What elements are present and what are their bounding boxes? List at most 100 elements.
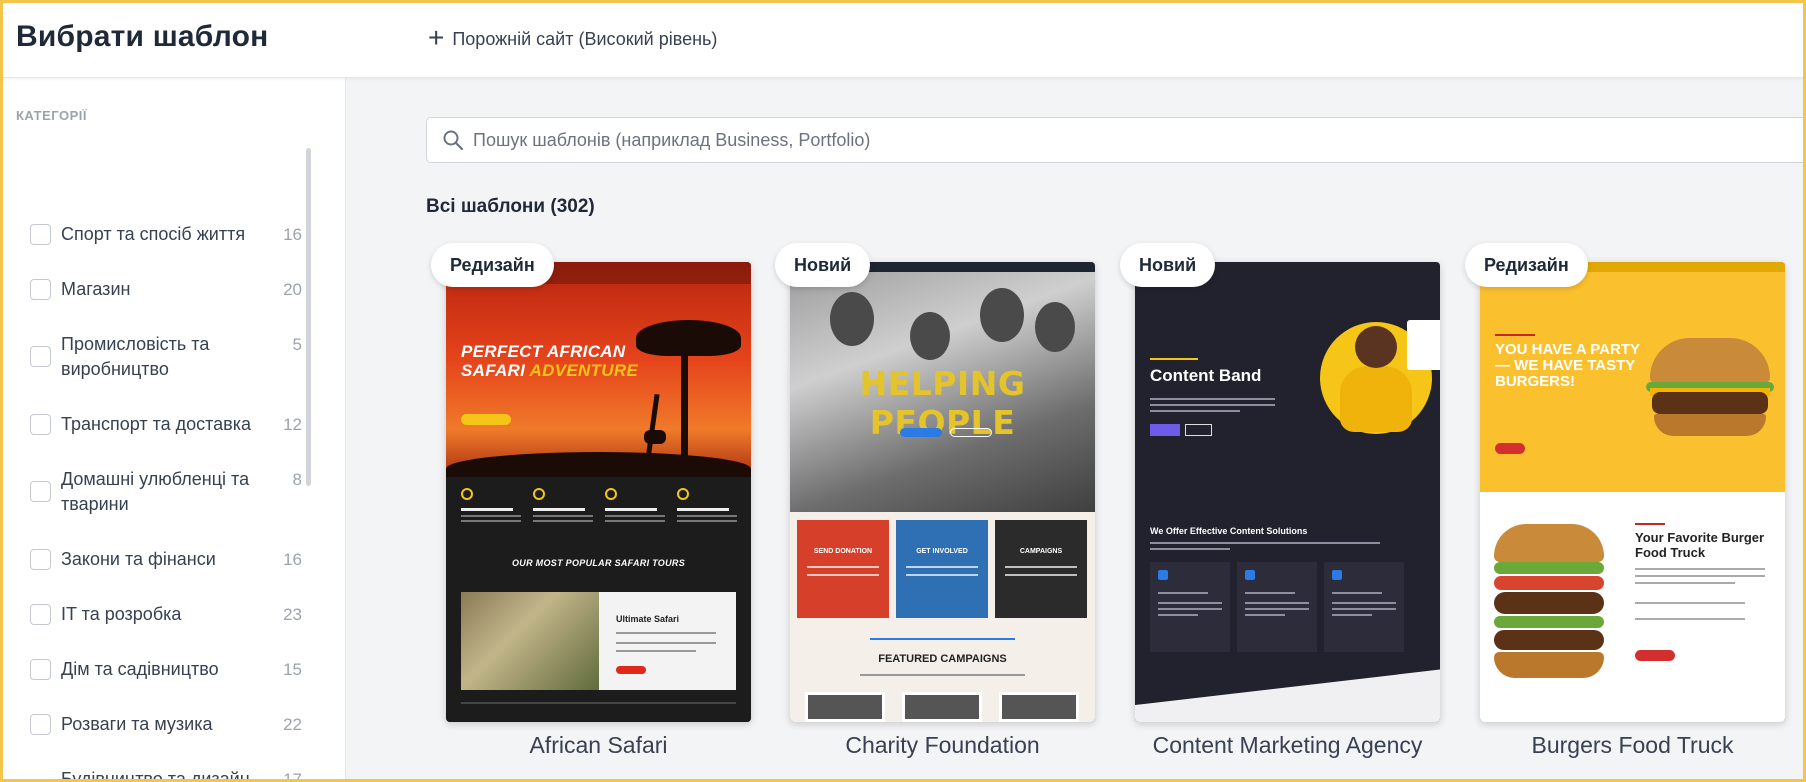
category-label: Будівництво та дизайн інтер'єру [61,769,250,782]
thumb-line [1150,404,1275,406]
thumb-line [807,566,879,568]
person-shape [1340,366,1412,432]
template-badge: Новий [1120,243,1216,287]
thumb-box-title: CAMPAIGNS [1019,548,1063,555]
thumb-heading: Your Favorite Burger Food Truck [1635,530,1765,560]
thumb-image [805,692,885,722]
thumb-box-title: GET INVOLVED [916,548,968,555]
template-card[interactable]: PERFECT AFRICAN SAFARI ADVENTURE OUR MOS… [431,243,751,758]
ground-shape [446,452,751,480]
thumb-button [461,414,511,425]
person-shape [980,288,1024,342]
section-title: Всі шаблони (302) [426,196,595,217]
category-item[interactable]: Спорт та спосіб життя 16 [30,222,302,247]
page-title: Вибрати шаблон [16,20,269,53]
person-shape [830,292,874,346]
thumb-tour-title: Ultimate Safari [616,614,680,624]
thumb-line [1635,582,1735,584]
blank-site-button[interactable]: + Порожній сайт (Високий рівень) [428,22,717,56]
template-card[interactable]: YOU HAVE A PARTY — WE HAVE TASTY BURGERS… [1465,243,1785,758]
thumb-hero-title: YOU HAVE A PARTY — WE HAVE TASTY BURGERS… [1495,341,1640,390]
thumb-line [616,632,716,634]
category-checkbox[interactable] [30,714,51,735]
thumb-tour-button [616,666,646,674]
sidebar-scrollbar[interactable] [306,148,311,486]
category-item[interactable]: IT та розробка 23 [30,602,302,627]
thumb-image [999,692,1079,722]
blank-site-label: Порожній сайт (Високий рівень) [452,28,718,49]
template-thumbnail[interactable]: Content Band We Offer Effective Content … [1135,262,1440,722]
thumb-line [1150,548,1230,550]
template-thumbnail[interactable]: PERFECT AFRICAN SAFARI ADVENTURE OUR MOS… [446,262,751,722]
category-checkbox[interactable] [30,659,51,680]
category-item[interactable]: Закони та фінанси 16 [30,547,302,572]
thumb-button [1150,424,1180,436]
thumb-hero-title: HELPING PEOPLE [859,364,1026,442]
thumb-column [1150,562,1230,652]
category-count: 8 [292,470,302,489]
category-item[interactable]: Будівництво та дизайн інтер'єру 17 [30,767,302,782]
category-item[interactable]: Домашні улюбленці та тварини 8 [30,467,302,517]
category-checkbox[interactable] [30,481,51,502]
thumb-mini-card [1407,320,1440,370]
category-count: 16 [283,225,302,244]
thumb-line [1635,618,1745,620]
category-checkbox[interactable] [30,346,51,367]
thumb-footer-line [461,702,736,704]
category-label: Магазин [61,279,131,299]
person-shape [910,312,950,360]
thumb-line [1150,358,1198,360]
thumb-box-title: SEND DONATION [813,548,873,555]
thumb-button [900,428,942,437]
thumb-button [950,428,992,437]
template-name[interactable]: African Safari [446,732,751,759]
category-item[interactable]: Магазин 20 [30,277,302,302]
category-item[interactable]: Дім та садівництво 15 [30,657,302,682]
category-checkbox[interactable] [30,224,51,245]
template-card[interactable]: Content Band We Offer Effective Content … [1120,243,1440,758]
category-item[interactable]: Розваги та музика 22 [30,712,302,737]
search-box[interactable] [426,117,1806,163]
template-badge: Редизайн [1465,243,1588,287]
category-count: 12 [283,415,302,434]
thumb-box: SEND DONATION [797,520,889,618]
category-checkbox[interactable] [30,279,51,300]
category-checkbox[interactable] [30,549,51,570]
thumb-hero-title: Content Band [1150,366,1262,385]
category-item[interactable]: Промисловість та виробництво 5 [30,332,302,382]
template-thumbnail[interactable]: YOU HAVE A PARTY — WE HAVE TASTY BURGERS… [1480,262,1785,722]
plus-icon: + [428,21,445,53]
category-label: Дім та садівництво [61,659,219,679]
thumb-button [1185,424,1212,436]
search-input[interactable] [473,129,1673,151]
category-checkbox[interactable] [30,604,51,625]
thumb-line [1495,334,1535,336]
template-thumbnail[interactable]: HELPING PEOPLE SEND DONATION GET INVOLVE… [790,262,1095,722]
tree-trunk [681,352,688,457]
sidebar: КАТЕГОРІЇ Спорт та спосіб життя 16 Магаз… [0,78,346,782]
thumb-column [1237,562,1317,652]
thumb-feature [461,488,521,525]
thumb-line [906,574,978,576]
category-label: IT та розробка [61,604,182,624]
thumb-line [1635,568,1765,570]
thumb-box: CAMPAIGNS [995,520,1087,618]
category-label: Спорт та спосіб життя [61,224,246,244]
thumb-line [1005,566,1077,568]
template-name[interactable]: Burgers Food Truck [1480,732,1785,759]
thumb-line [1150,410,1240,412]
thumb-line [807,574,879,576]
header: Вибрати шаблон + Порожній сайт (Високий … [0,0,1806,78]
thumb-line [1635,523,1665,525]
thumb-feature [677,488,737,525]
template-card[interactable]: HELPING PEOPLE SEND DONATION GET INVOLVE… [775,243,1095,758]
category-label: Розваги та музика [61,714,213,734]
category-count: 17 [283,770,302,782]
thumb-image [902,692,982,722]
category-count: 22 [283,715,302,734]
category-checkbox[interactable] [30,414,51,435]
template-name[interactable]: Content Marketing Agency [1135,732,1440,759]
thumb-line [1150,398,1275,400]
category-item[interactable]: Транспорт та доставка 12 [30,412,302,437]
template-name[interactable]: Charity Foundation [790,732,1095,759]
